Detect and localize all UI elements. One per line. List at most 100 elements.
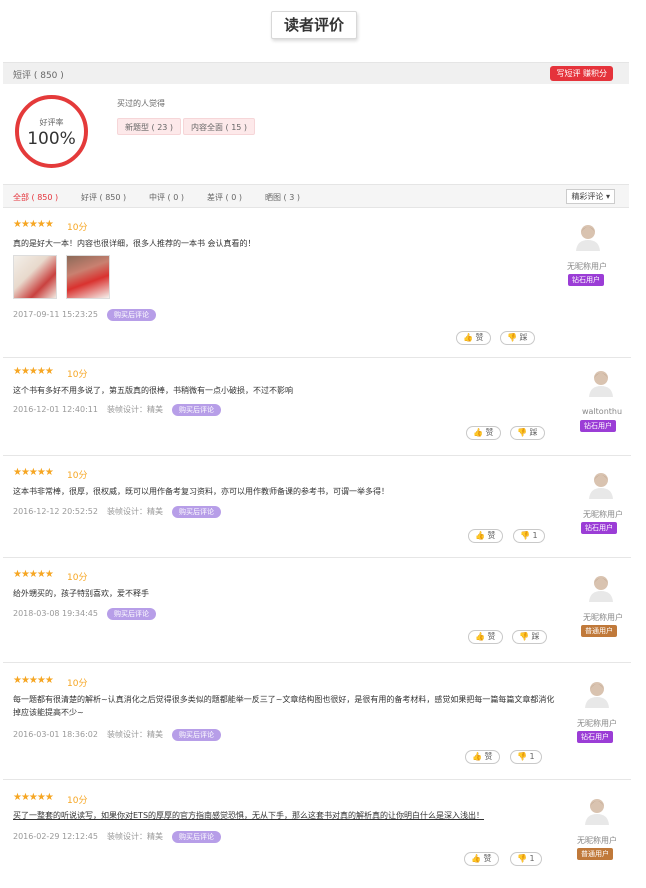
thumbs-down-icon: 👎 xyxy=(517,428,527,437)
purchased-badge: 购买后评论 xyxy=(106,309,156,321)
dislike-button[interactable]: 👎 1 xyxy=(513,529,545,543)
username[interactable]: 无昵称用户 xyxy=(567,261,607,272)
tab-neutral[interactable]: 中评 ( 0 ) xyxy=(149,192,184,203)
user-level-badge: 钻石用户 xyxy=(581,522,617,534)
like-button[interactable]: 👍 赞 xyxy=(464,852,499,866)
review-photo[interactable] xyxy=(13,255,57,299)
review-score: 10分 xyxy=(67,370,88,380)
dislike-count: 踩 xyxy=(519,333,528,342)
short-review-count: 短评 ( 850 ) xyxy=(13,71,64,81)
user-level-badge: 普通用户 xyxy=(577,848,613,860)
binding-design: 装帧设计：精美 xyxy=(106,730,163,739)
dislike-button[interactable]: 👎 1 xyxy=(510,852,542,866)
rating-value: 100% xyxy=(27,129,76,149)
tag-comprehensive-content[interactable]: 内容全面 ( 15 ) xyxy=(183,118,256,135)
review-item: ★★★★★ 10分 这本书非常棒，很厚，很权威，既可以用作备考复习资料，亦可以用… xyxy=(3,457,631,558)
dislike-button[interactable]: 👎 踩 xyxy=(512,630,547,644)
thumbs-down-icon: 👎 xyxy=(507,333,517,342)
like-count: 赞 xyxy=(487,531,496,540)
dislike-button[interactable]: 👎 踩 xyxy=(500,331,535,345)
username[interactable]: 无昵称用户 xyxy=(577,718,617,729)
thumbs-down-icon: 👎 xyxy=(520,531,530,540)
thumbs-up-icon: 👍 xyxy=(473,428,483,437)
tab-negative[interactable]: 差评 ( 0 ) xyxy=(207,192,242,203)
avatar-icon[interactable] xyxy=(575,223,601,251)
dislike-count: 1 xyxy=(529,854,535,863)
write-review-button[interactable]: 写短评 赚积分 xyxy=(550,66,613,81)
thumbs-up-icon: 👍 xyxy=(475,531,485,540)
binding-design: 装帧设计：精美 xyxy=(106,832,163,841)
page-title: 读者评价 xyxy=(271,11,357,39)
avatar-icon[interactable] xyxy=(588,471,614,499)
positive-rating-circle: 好评率 100% xyxy=(15,95,88,168)
dislike-button[interactable]: 👎 1 xyxy=(510,750,542,764)
username[interactable]: 无昵称用户 xyxy=(577,835,617,846)
review-date: 2016-02-29 12:12:45 xyxy=(13,832,98,841)
purchased-badge: 购买后评论 xyxy=(106,608,156,620)
review-item: ★★★★★ 10分 这个书有多好不用多说了，第五版真的很棒，书稍微有一点小破损，… xyxy=(3,359,631,456)
like-count: 赞 xyxy=(487,632,496,641)
review-item: ★★★★★ 10分 每一题都有很清楚的解析~认真消化之后觉得很多类似的题都能举一… xyxy=(3,664,631,780)
dislike-count: 1 xyxy=(529,752,535,761)
purchased-badge: 购买后评论 xyxy=(171,831,221,843)
thumbs-down-icon: 👎 xyxy=(517,752,527,761)
review-text: 每一题都有很清楚的解析~认真消化之后觉得很多类似的题都能举一反三了~文章结构图也… xyxy=(13,695,555,717)
rating-label: 好评率 xyxy=(39,118,64,127)
avatar-icon[interactable] xyxy=(584,680,610,708)
tab-photos[interactable]: 晒图 ( 3 ) xyxy=(265,192,300,203)
thumbs-up-icon: 👍 xyxy=(472,752,482,761)
like-button[interactable]: 👍 赞 xyxy=(465,750,500,764)
username[interactable]: 无昵称用户 xyxy=(583,612,623,623)
review-item: ★★★★★ 10分 给外甥买的，孩子特别喜欢，爱不释手 2018-03-08 1… xyxy=(3,559,631,663)
review-text: 这个书有多好不用多说了，第五版真的很棒，书稍微有一点小破损，不过不影响 xyxy=(13,386,293,395)
dislike-count: 1 xyxy=(532,531,538,540)
star-rating: ★★★★★ xyxy=(13,366,54,377)
binding-design: 装帧设计：精美 xyxy=(106,507,163,516)
review-photo[interactable] xyxy=(66,255,110,299)
avatar-icon[interactable] xyxy=(584,797,610,825)
buyers-opinion-label: 买过的人觉得 xyxy=(117,99,165,108)
user-level-badge: 钻石用户 xyxy=(568,274,604,286)
avatar-icon[interactable] xyxy=(588,574,614,602)
purchased-badge: 购买后评论 xyxy=(171,729,221,741)
sort-label: 精彩评论 xyxy=(571,192,604,201)
review-text[interactable]: 买了一整套的听说读写，如果你对ETS的厚厚的官方指南感觉恐惧，无从下手，那么这套… xyxy=(13,810,484,821)
like-count: 赞 xyxy=(475,333,484,342)
tag-new-question-type[interactable]: 新题型 ( 23 ) xyxy=(117,118,182,135)
star-rating: ★★★★★ xyxy=(13,569,54,580)
dislike-count: 踩 xyxy=(531,632,540,641)
user-level-badge: 钻石用户 xyxy=(580,420,616,432)
like-button[interactable]: 👍 赞 xyxy=(468,630,503,644)
review-text: 这本书非常棒，很厚，很权威，既可以用作备考复习资料，亦可以用作教师备课的参考书，… xyxy=(13,487,389,496)
review-item: ★★★★★ 10分 真的是好大一本！内容也很详细，很多人推荐的一本书 会认真看的… xyxy=(3,209,631,358)
review-date: 2018-03-08 19:34:45 xyxy=(13,609,98,618)
username[interactable]: waltonthu xyxy=(582,407,622,416)
thumbs-down-icon: 👎 xyxy=(517,854,527,863)
like-button[interactable]: 👍 赞 xyxy=(466,426,501,440)
like-button[interactable]: 👍 赞 xyxy=(468,529,503,543)
review-date: 2017-09-11 15:23:25 xyxy=(13,310,98,319)
like-count: 赞 xyxy=(484,752,493,761)
thumbs-up-icon: 👍 xyxy=(463,333,473,342)
thumbs-up-icon: 👍 xyxy=(475,632,485,641)
review-score: 10分 xyxy=(67,471,88,481)
username[interactable]: 无昵称用户 xyxy=(583,509,623,520)
purchased-badge: 购买后评论 xyxy=(171,506,221,518)
star-rating: ★★★★★ xyxy=(13,675,54,686)
chevron-down-icon: ▾ xyxy=(605,192,610,201)
thumbs-up-icon: 👍 xyxy=(471,854,481,863)
dislike-count: 踩 xyxy=(529,428,538,437)
review-score: 10分 xyxy=(67,679,88,689)
short-review-bar: 短评 ( 850 ) 写短评 赚积分 xyxy=(3,62,629,84)
like-button[interactable]: 👍 赞 xyxy=(456,331,491,345)
star-rating: ★★★★★ xyxy=(13,219,54,230)
tab-all[interactable]: 全部 ( 850 ) xyxy=(13,192,58,203)
sort-dropdown[interactable]: 精彩评论 ▾ xyxy=(566,189,615,204)
dislike-button[interactable]: 👎 踩 xyxy=(510,426,545,440)
purchased-badge: 购买后评论 xyxy=(171,404,221,416)
avatar-icon[interactable] xyxy=(588,369,614,397)
like-count: 赞 xyxy=(485,428,494,437)
tab-positive[interactable]: 好评 ( 850 ) xyxy=(81,192,126,203)
star-rating: ★★★★★ xyxy=(13,467,54,478)
review-score: 10分 xyxy=(67,573,88,583)
